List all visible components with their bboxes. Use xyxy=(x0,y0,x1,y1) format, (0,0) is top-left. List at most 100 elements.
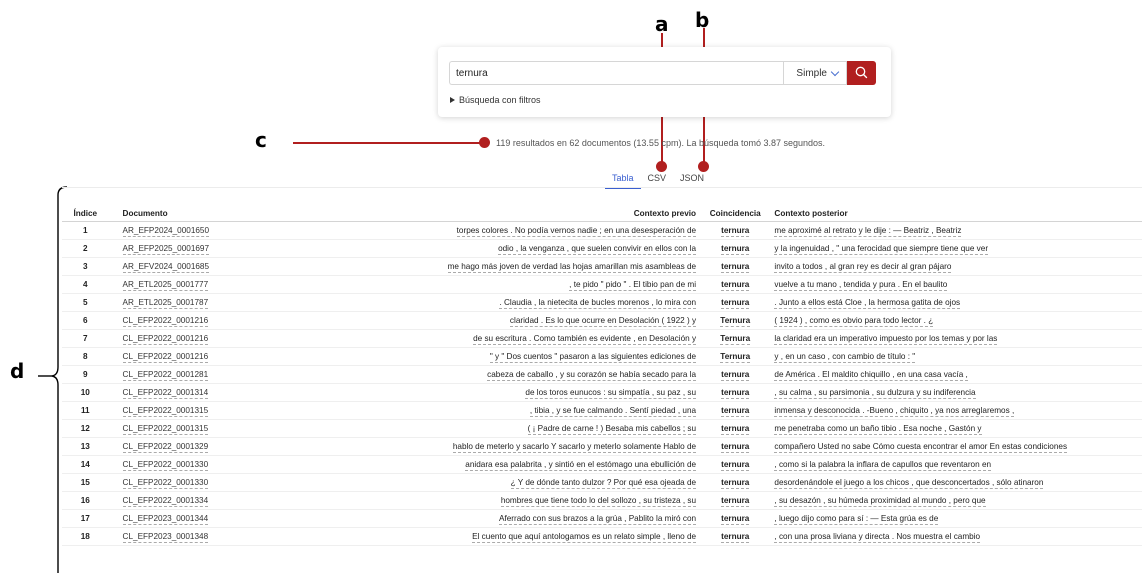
row-document-link[interactable]: AR_EFP2024_0001650 xyxy=(122,226,210,237)
row-document-link-cell: CL_EFP2022_0001315 xyxy=(108,401,354,420)
row-match-cell: Ternura xyxy=(700,311,771,330)
row-document-link[interactable]: AR_ETL2025_0001777 xyxy=(122,280,209,291)
table-row[interactable]: 8 CL_EFP2022_0001216 " y " Dos cuentos " p… xyxy=(62,347,1142,366)
row-next-context-cell: ( 1924 ) , como es obvio para todo lecto… xyxy=(770,311,1142,330)
row-document-link[interactable]: CL_EFP2022_0001330 xyxy=(122,460,209,471)
table-row[interactable]: 7 CL_EFP2022_0001216 de su escritura . Com… xyxy=(62,329,1142,348)
table-row[interactable]: 14 CL_EFP2022_0001330 anidara esa palabrit… xyxy=(62,455,1142,474)
row-match: ternura xyxy=(721,244,750,255)
row-index: 9 xyxy=(82,370,88,379)
row-previous-context-cell: Aferrado con sus brazos a la grúa , Pabl… xyxy=(353,509,701,528)
row-document-link[interactable]: CL_EFP2022_0001314 xyxy=(122,388,209,399)
row-next-context: , como si la palabra la inflara de capul… xyxy=(774,460,992,471)
row-next-context: compañero Usted no sabe Cómo cuesta enco… xyxy=(774,442,1068,453)
table-row[interactable]: 2 AR_EFP2025_0001697 odio , la venganza , … xyxy=(62,239,1142,258)
table-row[interactable]: 10 CL_EFP2022_0001314 de los toros eunucos… xyxy=(62,383,1142,402)
row-next-context: desordenándole el juego a los chicos , q… xyxy=(774,478,1044,489)
row-match: ternura xyxy=(721,370,750,381)
row-match: ternura xyxy=(721,388,750,399)
row-match-cell: ternura xyxy=(700,473,771,492)
row-match-cell: ternura xyxy=(700,527,771,546)
annotation-c-line xyxy=(293,142,483,144)
row-previous-context: cabeza de caballo , y su corazón se habí… xyxy=(487,370,697,381)
row-previous-context: , tibia , y se fue calmando . Sentí pied… xyxy=(529,406,697,417)
row-next-context: inmensa y desconocida . -Bueno , chiquit… xyxy=(774,406,1015,417)
search-input[interactable] xyxy=(449,61,783,85)
row-document-link[interactable]: CL_EFP2022_0001216 xyxy=(122,316,209,327)
table-row[interactable]: 16 CL_EFP2022_0001334 hombres que tiene to… xyxy=(62,491,1142,510)
row-index: 4 xyxy=(82,280,88,289)
row-next-context: vuelve a tu mano , tendida y pura . En e… xyxy=(774,280,948,291)
row-document-link-cell: CL_EFP2022_0001330 xyxy=(108,473,354,492)
row-next-context: y la ingenuidad , " una ferocidad que si… xyxy=(774,244,989,255)
table-row[interactable]: 13 CL_EFP2022_0001329 hablo de meterlo y s… xyxy=(62,437,1142,456)
table-row[interactable]: 11 CL_EFP2022_0001315 , tibia , y se fue c… xyxy=(62,401,1142,420)
row-document-link-cell: CL_EFP2023_0001348 xyxy=(108,527,354,546)
header-document[interactable]: Documento xyxy=(108,205,354,222)
row-match-cell: ternura xyxy=(700,257,771,276)
row-index: 13 xyxy=(80,442,90,451)
table-row[interactable]: 17 CL_EFP2023_0001344 Aferrado con sus bra… xyxy=(62,509,1142,528)
row-document-link[interactable]: CL_EFP2022_0001216 xyxy=(122,334,209,345)
row-document-link[interactable]: CL_EFP2022_0001334 xyxy=(122,496,209,507)
header-match[interactable]: Coincidencia xyxy=(700,205,771,222)
row-match: ternura xyxy=(721,406,750,417)
row-document-link[interactable]: CL_EFP2022_0001281 xyxy=(122,370,209,381)
search-button[interactable] xyxy=(847,61,876,85)
row-document-link-cell: CL_EFP2022_0001329 xyxy=(108,437,354,456)
row-document-link[interactable]: CL_EFP2022_0001216 xyxy=(122,352,209,363)
row-document-link[interactable]: CL_EFP2022_0001315 xyxy=(122,424,209,435)
header-next-context[interactable]: Contexto posterior xyxy=(770,205,1142,222)
row-match-cell: ternura xyxy=(700,401,771,420)
row-match: ternura xyxy=(721,280,750,291)
table-row[interactable]: 6 CL_EFP2022_0001216 claridad . Es lo que … xyxy=(62,311,1142,330)
row-previous-context: ( ¡ Padre de carne ! ) Besaba mis cabell… xyxy=(527,424,697,435)
row-document-link[interactable]: CL_EFP2022_0001329 xyxy=(122,442,209,453)
row-match: Ternura xyxy=(720,316,751,327)
header-index[interactable]: Índice xyxy=(62,205,109,222)
table-row[interactable]: 3 AR_EFV2024_0001685 me hago más joven de … xyxy=(62,257,1142,276)
filters-toggle[interactable]: Búsqueda con filtros xyxy=(450,95,541,105)
row-match-cell: ternura xyxy=(700,383,771,402)
row-previous-context: Aferrado con sus brazos a la grúa , Pabl… xyxy=(499,514,697,525)
row-next-context-cell: me aproximé al retrato y le dije : — Bea… xyxy=(770,221,1142,240)
row-match-cell: ternura xyxy=(700,419,771,438)
row-next-context: me aproximé al retrato y le dije : — Bea… xyxy=(774,226,962,237)
row-previous-context: hombres que tiene todo lo del sollozo , … xyxy=(500,496,697,507)
row-index-cell: 17 xyxy=(62,509,109,528)
row-document-link-cell: AR_EFP2024_0001650 xyxy=(108,221,354,240)
row-document-link[interactable]: AR_EFV2024_0001685 xyxy=(122,262,210,273)
table-row[interactable]: 12 CL_EFP2022_0001315 ( ¡ Padre de carne !… xyxy=(62,419,1142,438)
table-row[interactable]: 9 CL_EFP2022_0001281 cabeza de caballo , y… xyxy=(62,365,1142,384)
table-row[interactable]: 1 AR_EFP2024_0001650 torpes colores . No p… xyxy=(62,221,1142,240)
row-previous-context: torpes colores . No podía vernos nadie ;… xyxy=(456,226,697,237)
table-row[interactable]: 5 AR_ETL2025_0001787 . Claudia , la nietec… xyxy=(62,293,1142,312)
row-document-link[interactable]: CL_EFP2022_0001315 xyxy=(122,406,209,417)
row-document-link[interactable]: AR_EFP2025_0001697 xyxy=(122,244,210,255)
row-document-link[interactable]: CL_EFP2023_0001344 xyxy=(122,514,209,525)
filters-label: Búsqueda con filtros xyxy=(459,95,541,105)
search-mode-select[interactable]: Simple xyxy=(783,61,847,85)
row-next-context-cell: la claridad era un imperativo impuesto p… xyxy=(770,329,1142,348)
table-row[interactable]: 18 CL_EFP2023_0001348 El cuento que aquí a… xyxy=(62,527,1142,546)
row-document-link[interactable]: CL_EFP2023_0001348 xyxy=(122,532,209,543)
header-previous-context[interactable]: Contexto previo xyxy=(353,205,701,222)
search-panel: Simple Búsqueda con filtros xyxy=(438,47,891,117)
row-document-link[interactable]: AR_ETL2025_0001787 xyxy=(122,298,209,309)
table-row[interactable]: 4 AR_ETL2025_0001777 , te pido " pido " . … xyxy=(62,275,1142,294)
row-match-cell: ternura xyxy=(700,491,771,510)
row-next-context: invito a todos , al gran rey es decir al… xyxy=(774,262,952,273)
row-document-link[interactable]: CL_EFP2022_0001330 xyxy=(122,478,209,489)
row-next-context: , luego dijo como para sí : — Esta grúa … xyxy=(774,514,939,525)
row-next-context: y , en un caso , con cambio de título : … xyxy=(774,352,916,363)
row-document-link-cell: CL_EFP2023_0001344 xyxy=(108,509,354,528)
row-index: 12 xyxy=(80,424,90,433)
row-index-cell: 6 xyxy=(62,311,109,330)
row-document-link-cell: CL_EFP2022_0001330 xyxy=(108,455,354,474)
row-next-context: me penetraba como un baño tibio . Esa no… xyxy=(774,424,982,435)
table-row[interactable]: 15 CL_EFP2022_0001330 ¿ Y de dónde tanto d… xyxy=(62,473,1142,492)
row-next-context-cell: , con una prosa liviana y directa . Nos … xyxy=(770,527,1142,546)
row-next-context-cell: . Junto a ellos está Cloe , la hermosa g… xyxy=(770,293,1142,312)
row-previous-context: odio , la venganza , que suelen convivir… xyxy=(498,244,697,255)
row-index-cell: 1 xyxy=(62,221,109,240)
